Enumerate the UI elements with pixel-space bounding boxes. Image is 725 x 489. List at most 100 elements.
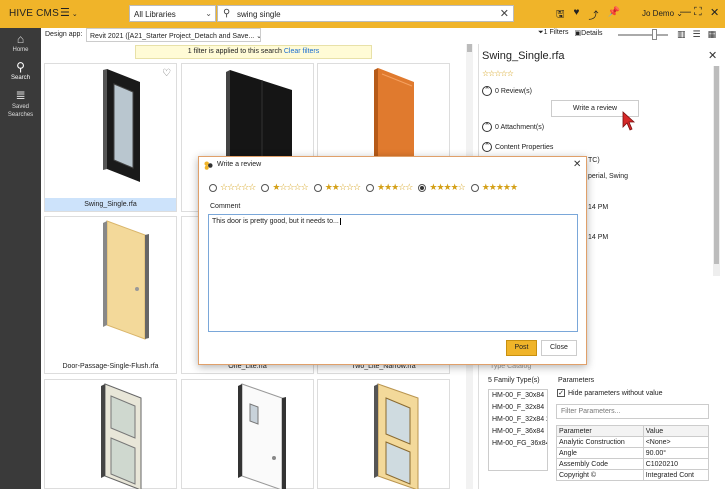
share-icon[interactable]: ⤴ xyxy=(588,7,598,22)
table-row[interactable]: Angle 90.00° xyxy=(556,447,710,459)
result-card[interactable] xyxy=(317,379,450,489)
library-select[interactable]: All Libraries ⌄ xyxy=(129,5,216,22)
post-button[interactable]: Post xyxy=(506,340,537,356)
right-tools: ⏷1 Filters ▣Details xyxy=(538,29,603,37)
grid-view-icon[interactable]: ▥ xyxy=(677,29,686,40)
collapse-icon: ⌃ xyxy=(482,122,492,132)
filters-button[interactable]: ⏷1 Filters xyxy=(538,29,569,37)
list-item[interactable]: HM-00_F_30x84 xyxy=(489,390,547,402)
hamburger-icon: ☰ xyxy=(60,7,70,19)
content-properties-label: Content Properties xyxy=(495,143,554,151)
rating-option-2[interactable]: ★★☆☆☆ xyxy=(313,182,361,193)
content-properties-toggle[interactable]: ⌃ Content Properties xyxy=(482,142,553,152)
table-row[interactable]: Assembly Code C1020210 xyxy=(556,458,710,470)
toolbar-icons: 🖫 ♥ ⤴ 📌 xyxy=(556,7,620,22)
table-view-icon[interactable]: ▦ xyxy=(708,29,717,40)
column-header[interactable]: Parameter xyxy=(556,425,644,437)
result-card[interactable]: ♡ Swing_Single.rfa xyxy=(44,63,177,212)
details-title: Swing_Single.rfa xyxy=(482,50,565,62)
hide-params-label: Hide parameters without value xyxy=(568,389,663,397)
design-app-select[interactable]: Revit 2021 ([A21_Starter Project_Detach … xyxy=(86,28,261,42)
door-thumbnail xyxy=(101,383,142,489)
door-thumbnail xyxy=(374,383,419,489)
table-row[interactable]: Copyright © Integrated Cont xyxy=(556,469,710,481)
rating-options: ☆☆☆☆☆ ★☆☆☆☆ ★★☆☆☆ ★★★☆☆ ★★★★☆ ★★★★★ xyxy=(209,182,518,193)
reviews-count: 0 Review(s) xyxy=(495,87,532,95)
radio xyxy=(313,183,322,192)
rating-option-3[interactable]: ★★★☆☆ xyxy=(366,182,413,193)
reviews-section-toggle[interactable]: ⌃ 0 Review(s) xyxy=(482,86,532,96)
family-types-list: HM-00_F_30x84 HM-00_F_32x84 HM-00_F_32x8… xyxy=(488,389,548,471)
comment-textarea[interactable]: This door is pretty good, but it needs t… xyxy=(208,214,578,332)
user-menu[interactable]: Jo Demo ⌄ xyxy=(642,9,683,18)
search-icon: ⚲ xyxy=(223,8,231,19)
maximize-button[interactable]: ⛶ xyxy=(694,6,702,19)
family-types-header: 5 Family Type(s) xyxy=(488,377,540,384)
zoom-slider[interactable] xyxy=(618,34,668,36)
rating-option-4[interactable]: ★★★★☆ xyxy=(418,182,466,193)
list-item[interactable]: HM-00_F_32x84 xyxy=(489,402,547,414)
table-row[interactable]: Analytic Construction <None> xyxy=(556,436,710,448)
result-card[interactable] xyxy=(181,379,314,489)
column-header[interactable]: Value xyxy=(642,425,710,437)
card-caption xyxy=(182,484,313,488)
door-thumbnail xyxy=(103,69,140,182)
card-caption: Swing_Single.rfa xyxy=(45,198,176,211)
list-view-icon[interactable]: ☰ xyxy=(693,29,701,40)
prop-fragment: TC) xyxy=(588,157,600,164)
radio xyxy=(470,183,479,192)
search-input-value: swing single xyxy=(237,10,281,19)
nav-search[interactable]: ⚲ Search xyxy=(0,60,41,81)
door-thumbnail xyxy=(103,220,149,340)
dialog-close-icon[interactable]: ✕ xyxy=(573,159,581,170)
radio-selected xyxy=(418,183,427,192)
close-button[interactable]: Close xyxy=(541,340,577,356)
comment-label: Comment xyxy=(210,203,241,210)
attachments-section-toggle[interactable]: ⌃ 0 Attachment(s) xyxy=(482,122,544,132)
collapse-icon: ⌃ xyxy=(482,142,492,152)
clear-search-icon[interactable]: ✕ xyxy=(500,7,509,20)
zoom-slider-thumb[interactable] xyxy=(652,29,657,40)
heart-icon[interactable]: ♥ xyxy=(574,7,580,21)
clear-filters-link[interactable]: Clear filters xyxy=(284,48,319,55)
parameters-table: Parameter Value Analytic Construction <No… xyxy=(556,425,710,481)
radio xyxy=(261,183,270,192)
rating-stars: ☆☆☆☆☆ xyxy=(482,69,514,78)
hamburger-menu-button[interactable]: ☰ ⌄ xyxy=(60,6,82,22)
library-select-value: All Libraries xyxy=(134,10,176,19)
filter-params-input[interactable]: Filter Parameters... xyxy=(556,404,709,419)
rating-option-1[interactable]: ★☆☆☆☆ xyxy=(261,182,309,193)
dialog-title: Write a review xyxy=(217,161,262,168)
prop-fragment: 14 PM xyxy=(588,204,609,211)
design-app-value: Revit 2021 ([A21_Starter Project_Detach … xyxy=(90,33,255,40)
favorite-icon[interactable]: ♡ xyxy=(162,68,171,79)
rating-option-0[interactable]: ☆☆☆☆☆ xyxy=(209,182,256,193)
nav-home[interactable]: ⌂ Home xyxy=(0,32,41,53)
chevron-down-icon: ⌄ xyxy=(71,11,78,18)
app-title: HIVE CMS xyxy=(9,8,59,19)
details-scrollbar[interactable] xyxy=(713,66,720,276)
search-input[interactable]: ⚲ swing single ✕ xyxy=(217,5,514,22)
window-close-button[interactable]: ✕ xyxy=(710,6,719,19)
pin-icon[interactable]: 📌 xyxy=(607,7,619,21)
rating-option-5[interactable]: ★★★★★ xyxy=(470,182,518,193)
result-card[interactable]: Door-Passage-Single-Flush.rfa xyxy=(44,216,177,374)
nav-saved-searches-label: Saved Searches xyxy=(7,104,34,118)
design-app-label: Design app: xyxy=(45,31,83,38)
filter-notice-text: 1 filter is applied to this search xyxy=(187,48,282,55)
write-review-dialog: Write a review ✕ ☆☆☆☆☆ ★☆☆☆☆ ★★☆☆☆ ★★★☆☆… xyxy=(198,156,587,365)
result-card[interactable] xyxy=(44,379,177,489)
save-icon[interactable]: 🖫 xyxy=(556,7,565,21)
details-close-icon[interactable]: ✕ xyxy=(708,49,717,62)
list-item[interactable]: HM-00_FG_36x84 xyxy=(489,438,547,450)
nav-saved-searches[interactable]: ≣ Saved Searches xyxy=(0,88,41,119)
user-name: Jo Demo xyxy=(642,9,675,18)
minimize-button[interactable]: — xyxy=(680,6,691,18)
search-icon: ⚲ xyxy=(16,60,25,74)
mouse-cursor-icon xyxy=(622,111,636,131)
card-caption xyxy=(45,484,176,488)
list-item[interactable]: HM-00_F_32x84 2 xyxy=(489,414,547,426)
hide-params-checkbox[interactable]: ✓ Hide parameters without value xyxy=(557,389,663,397)
details-button[interactable]: ▣Details xyxy=(575,29,603,37)
list-item[interactable]: HM-00_F_36x84 xyxy=(489,426,547,438)
